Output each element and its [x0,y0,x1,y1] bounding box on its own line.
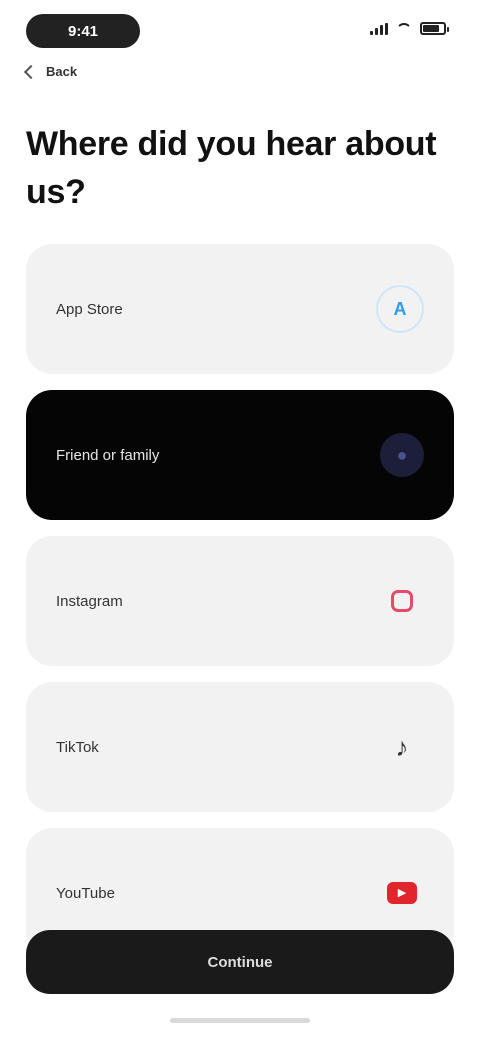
status-bar: 9:41 [0,0,480,60]
home-indicator [170,1018,310,1023]
onboarding-screen: 9:41 Back Where did you hear about us? A… [0,0,480,1040]
youtube-icon: ▶ [380,871,424,915]
battery-icon [420,22,449,35]
option-label: App Store [56,300,123,318]
option-app-store[interactable]: App Store A [26,244,454,374]
tiktok-icon: ♪ [395,732,409,762]
option-label: Instagram [56,592,123,610]
status-time: 9:41 [26,14,140,48]
option-label: YouTube [56,884,115,902]
continue-button[interactable]: Continue [26,930,454,994]
chevron-left-icon [23,64,39,79]
option-tiktok[interactable]: TikTok ♪ [26,682,454,812]
wifi-icon [396,22,412,35]
app-store-icon: A [376,285,424,333]
page-title: Where did you hear about us? [26,125,437,211]
back-label: Back [46,64,78,79]
option-friend-or-family[interactable]: Friend or family ● [26,390,454,520]
option-instagram[interactable]: Instagram [26,536,454,666]
status-icons [370,22,449,35]
back-button[interactable]: Back [23,64,78,79]
people-icon: ● [380,433,424,477]
option-label: Friend or family [56,446,160,464]
instagram-icon [380,579,424,623]
option-label: TikTok [56,738,99,756]
signal-icon [370,22,388,35]
